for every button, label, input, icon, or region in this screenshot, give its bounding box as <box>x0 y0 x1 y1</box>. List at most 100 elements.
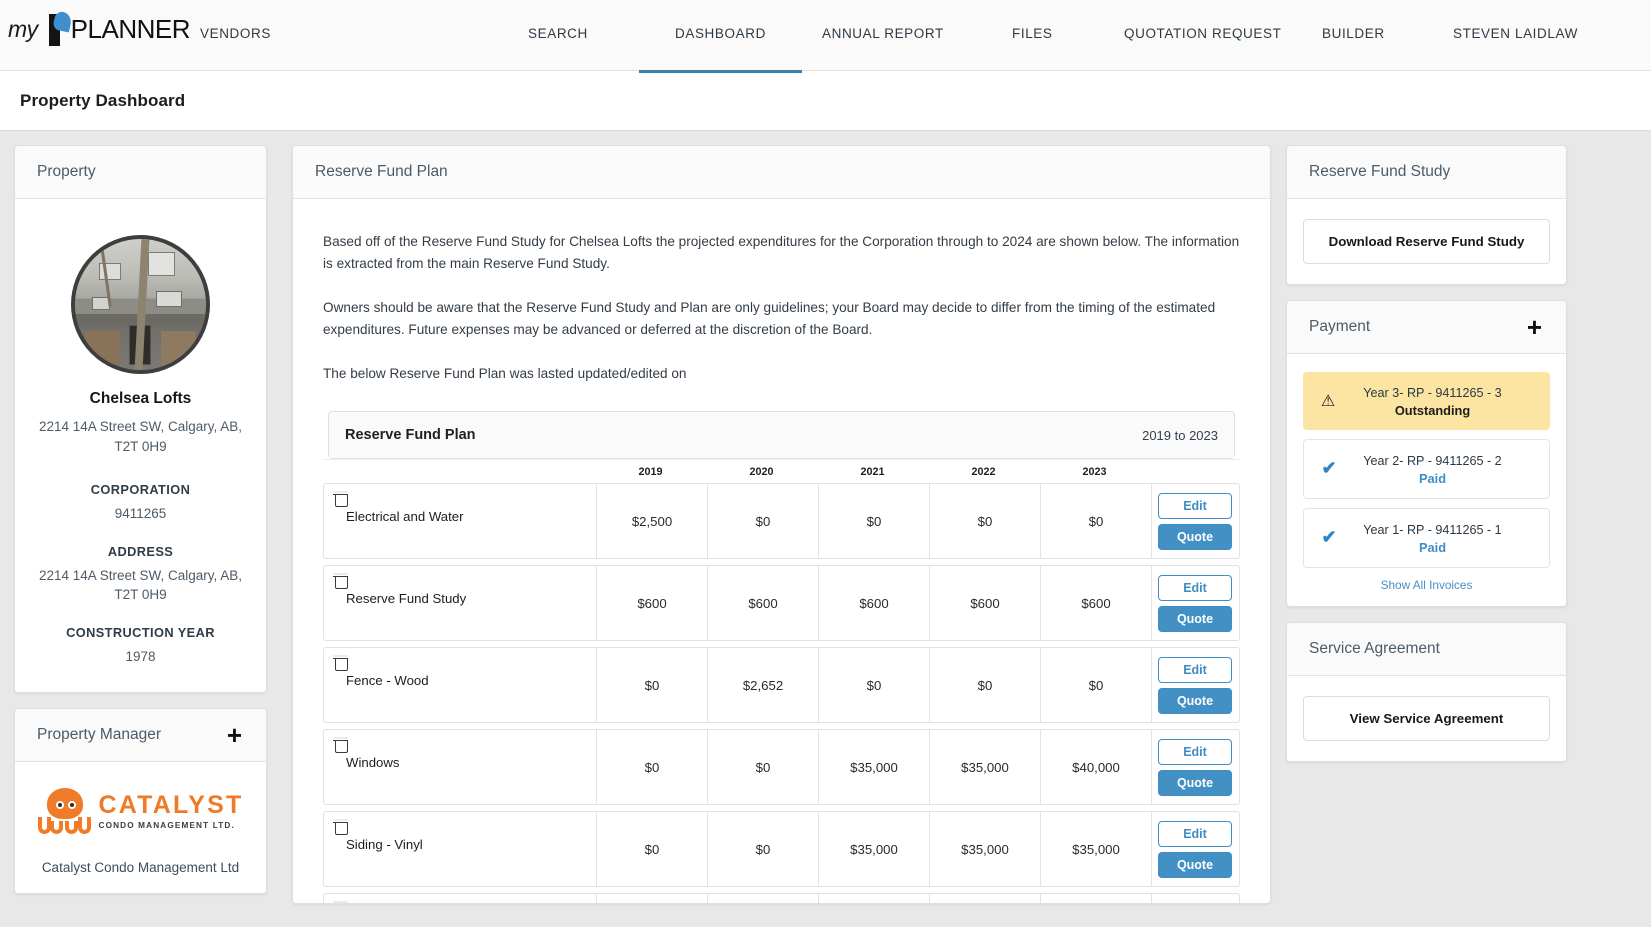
edit-button[interactable]: Edit <box>1158 739 1232 765</box>
row-actions-cell: Edit Quote <box>1151 730 1235 804</box>
trash-icon[interactable] <box>334 738 347 752</box>
property-field-value: 1978 <box>31 647 250 667</box>
nav-item-vendors[interactable]: VENDORS <box>200 26 271 41</box>
payment-item[interactable]: ⚠Year 3- RP - 9411265 - 3Outstanding <box>1303 372 1550 430</box>
year-header-row: 20192020202120222023 <box>323 459 1240 483</box>
nav-item-search[interactable]: SEARCH <box>528 26 588 41</box>
catalyst-logo: CATALYST CONDO MANAGEMENT LTD. <box>31 788 250 834</box>
quote-button[interactable]: Quote <box>1158 606 1232 632</box>
row-value-cell: $0 <box>929 648 1040 722</box>
row-value-cell: $600 <box>818 566 929 640</box>
page-title-bar: Property Dashboard <box>0 71 1651 131</box>
property-card-body: Chelsea Lofts 2214 14A Street SW, Calgar… <box>15 199 266 692</box>
edit-button[interactable]: Edit <box>1158 657 1232 683</box>
table-row: Electrical and Water$2,500$0$0$0$0EditQu… <box>323 483 1240 559</box>
property-field-value: 2214 14A Street SW, Calgary, AB, T2T 0H9 <box>31 566 250 605</box>
nav-item-steven-laidlaw[interactable]: STEVEN LAIDLAW <box>1453 26 1578 41</box>
trash-icon[interactable] <box>334 574 347 588</box>
trash-icon[interactable] <box>334 820 347 834</box>
row-value-cell: $2,652 <box>707 648 818 722</box>
reserve-fund-table-header: Reserve Fund Plan 2019 to 2023 <box>329 412 1234 458</box>
edit-button[interactable]: Edit <box>1158 493 1232 519</box>
row-actions-cell: Edit Quote <box>1151 566 1235 640</box>
row-value-cell: $0 <box>596 894 707 903</box>
reserve-fund-study-title: Reserve Fund Study <box>1309 163 1450 181</box>
check-icon: ✔ <box>1314 458 1344 479</box>
reserve-fund-plan-title: Reserve Fund Plan <box>315 163 448 181</box>
top-navigation-bar: my PLANNER VENDORS SEARCH DASHBOARD ANNUAL … <box>0 0 1651 71</box>
row-name-cell: Fence - Wood <box>324 648 596 722</box>
property-field-label: CONSTRUCTION YEAR <box>31 625 250 640</box>
row-value-cell: $0 <box>707 484 818 558</box>
service-agreement-card: Service Agreement View Service Agreement <box>1286 622 1567 762</box>
nav-item-annual-report[interactable]: ANNUAL REPORT <box>822 26 944 41</box>
nav-item-builder[interactable]: BUILDER <box>1322 26 1385 41</box>
reserve-fund-study-card: Reserve Fund Study Download Reserve Fund… <box>1286 145 1567 285</box>
row-value-cell: $0 <box>1040 648 1151 722</box>
add-payment-button[interactable]: + <box>1525 320 1544 334</box>
row-item-label: Windows <box>334 755 596 770</box>
row-item-label: Reserve Fund Study <box>334 591 596 606</box>
nav-item-quotation-request[interactable]: QUOTATION REQUEST <box>1124 26 1281 41</box>
row-item-label: Fence - Wood <box>334 673 596 688</box>
reserve-fund-table-title: Reserve Fund Plan <box>345 427 476 443</box>
row-value-cell: $0 <box>707 894 818 903</box>
row-actions-cell: EditQuote <box>1151 894 1235 903</box>
catalyst-wordmark: CATALYST <box>99 791 244 819</box>
row-value-cell: $35,000 <box>1040 812 1151 886</box>
row-actions-cell: Edit Quote <box>1151 484 1235 558</box>
quote-button[interactable]: Quote <box>1158 688 1232 714</box>
warning-icon: ⚠ <box>1313 391 1343 411</box>
intro-paragraph-1: Based off of the Reserve Fund Study for … <box>323 231 1240 275</box>
payment-item[interactable]: ✔Year 1- RP - 9411265 - 1Paid <box>1303 508 1550 568</box>
table-row: Flooring - Carpet$0$0$16,391$0$0EditQuot… <box>323 893 1240 903</box>
quote-button[interactable]: Quote <box>1158 852 1232 878</box>
nav-item-files[interactable]: FILES <box>1012 26 1053 41</box>
intro-paragraph-3: The below Reserve Fund Plan was lasted u… <box>323 363 1240 385</box>
quote-button[interactable]: Quote <box>1158 770 1232 796</box>
payment-item-text: Year 1- RP - 9411265 - 1Paid <box>1344 521 1539 555</box>
row-value-cell: $35,000 <box>818 730 929 804</box>
quote-button[interactable]: Quote <box>1158 524 1232 550</box>
property-manager-card-body: CATALYST CONDO MANAGEMENT LTD. Catalyst … <box>15 762 266 893</box>
reserve-fund-rows[interactable]: Electrical and Water$2,500$0$0$0$0EditQu… <box>323 483 1240 903</box>
property-manager-name: Catalyst Condo Management Ltd <box>31 860 250 875</box>
service-agreement-title: Service Agreement <box>1309 640 1440 658</box>
left-column: Property Chelsea Lofts 2214 14A Street S… <box>14 145 267 927</box>
edit-button[interactable]: Edit <box>1158 903 1232 904</box>
trash-icon[interactable] <box>334 656 347 670</box>
row-value-cell: $0 <box>596 730 707 804</box>
row-item-label: Siding - Vinyl <box>334 837 596 852</box>
row-value-cell: $600 <box>929 566 1040 640</box>
trash-icon[interactable] <box>334 902 347 903</box>
nav-item-dashboard[interactable]: DASHBOARD <box>675 26 766 41</box>
payment-item-status: Outstanding <box>1343 403 1522 418</box>
row-value-cell: $600 <box>596 566 707 640</box>
page-title: Property Dashboard <box>20 91 185 111</box>
view-service-agreement-button[interactable]: View Service Agreement <box>1303 696 1550 741</box>
row-value-cell: $35,000 <box>929 730 1040 804</box>
property-manager-card-title: Property Manager <box>37 726 161 744</box>
payment-item-text: Year 2- RP - 9411265 - 2Paid <box>1344 452 1539 486</box>
show-all-invoices-link[interactable]: Show All Invoices <box>1303 578 1550 592</box>
row-actions-cell: Edit Quote <box>1151 812 1235 886</box>
download-reserve-fund-study-button[interactable]: Download Reserve Fund Study <box>1303 219 1550 264</box>
edit-button[interactable]: Edit <box>1158 821 1232 847</box>
payment-card-header: Payment + <box>1287 301 1566 354</box>
property-manager-card-header: Property Manager + <box>15 709 266 762</box>
reserve-fund-table: Reserve Fund Plan 2019 to 2023 <box>328 411 1235 459</box>
row-value-cell: $0 <box>929 894 1040 903</box>
octopus-icon <box>38 788 92 834</box>
service-agreement-header: Service Agreement <box>1287 623 1566 676</box>
right-column: Reserve Fund Study Download Reserve Fund… <box>1286 145 1567 927</box>
property-field-label: CORPORATION <box>31 482 250 497</box>
row-value-cell: $16,391 <box>818 894 929 903</box>
row-name-cell: Siding - Vinyl <box>324 812 596 886</box>
trash-icon[interactable] <box>334 492 347 506</box>
table-row: Reserve Fund Study$600$600$600$600$600Ed… <box>323 565 1240 641</box>
edit-button[interactable]: Edit <box>1158 575 1232 601</box>
brand-logo[interactable]: my PLANNER <box>0 0 200 46</box>
add-property-manager-button[interactable]: + <box>225 728 244 742</box>
brand-my-text: my <box>8 16 38 43</box>
payment-item[interactable]: ✔Year 2- RP - 9411265 - 2Paid <box>1303 439 1550 499</box>
